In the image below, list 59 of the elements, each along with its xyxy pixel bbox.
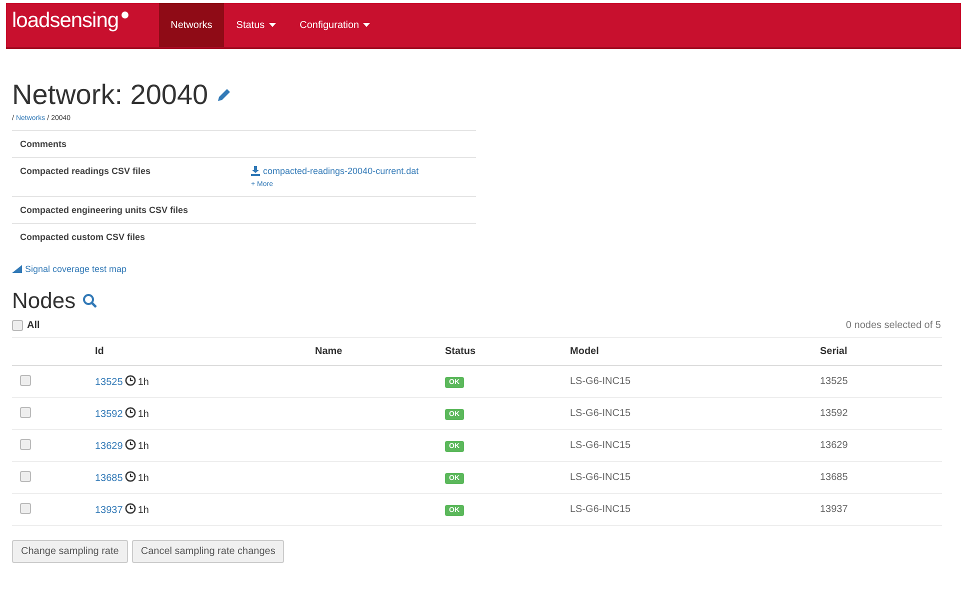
age-text: 1h [138,409,149,420]
download-link[interactable]: compacted-readings-20040-current.dat [251,166,419,176]
row-checkbox[interactable] [20,438,31,450]
table-cell: 13592 [820,408,848,419]
column-header: Serial [820,346,848,357]
clock-icon [124,503,136,514]
table-cell: LS-G6-INC15 [570,504,631,515]
table-cell: 13629 [820,440,848,451]
nav-tab[interactable]: Status [224,3,288,47]
clock-icon [124,375,136,386]
age-text: 1h [138,505,149,516]
node-link[interactable]: 13937 [95,505,123,516]
checkbox-label: All [27,320,40,331]
column-header: Name [315,346,342,357]
column-header: Model [570,346,599,357]
edit-icon[interactable] [216,87,232,103]
table-cell: LS-G6-INC15 [570,376,631,387]
logo[interactable]: loadsensing [6,3,159,47]
node-link[interactable]: 13592 [95,409,123,420]
column-header: Id [95,346,104,357]
signal-icon [12,265,22,273]
node-link[interactable]: 13685 [95,473,123,484]
age-text: 1h [138,377,149,388]
table-cell: LS-G6-INC15 [570,472,631,483]
section-title: Nodes [12,288,76,314]
action-button[interactable]: Change sampling rate [12,540,128,563]
node-link[interactable]: 13629 [95,441,123,452]
selection-count: 0 nodes selected of 5 [846,320,941,331]
map-link[interactable]: Signal coverage test map [12,264,127,274]
file-label: Compacted custom CSV files [20,232,146,242]
file-label: Comments [20,139,67,149]
page-title: Network: 20040 [12,79,208,111]
row-checkbox[interactable] [20,374,31,386]
clock-icon [124,439,136,450]
download-icon [251,166,260,176]
table-cell: LS-G6-INC15 [570,408,631,419]
logo-mark-icon [120,11,129,19]
row-checkbox[interactable] [20,406,31,418]
node-link[interactable]: 13525 [95,377,123,388]
table-cell: LS-G6-INC15 [570,440,631,451]
table-cell: 13937 [820,504,848,515]
column-header: Status [445,346,476,357]
clock-icon [124,471,136,482]
action-button[interactable]: Cancel sampling rate changes [132,540,284,563]
caret-icon [268,23,276,27]
age-text: 1h [138,473,149,484]
row-checkbox[interactable] [20,502,31,514]
file-label: Compacted engineering units CSV files [20,205,188,215]
file-label: Compacted readings CSV files [20,166,151,176]
age-text: 1h [138,441,149,452]
search-icon[interactable] [82,293,98,309]
caret-icon [363,23,370,27]
checkbox[interactable] [12,320,23,331]
row-checkbox[interactable] [20,470,31,482]
nav-tab[interactable]: Configuration [288,3,382,47]
nav-tab[interactable]: Networks [158,3,224,47]
clock-icon [124,407,136,418]
table-cell: 13685 [820,472,848,483]
table-cell: 13525 [820,376,848,387]
